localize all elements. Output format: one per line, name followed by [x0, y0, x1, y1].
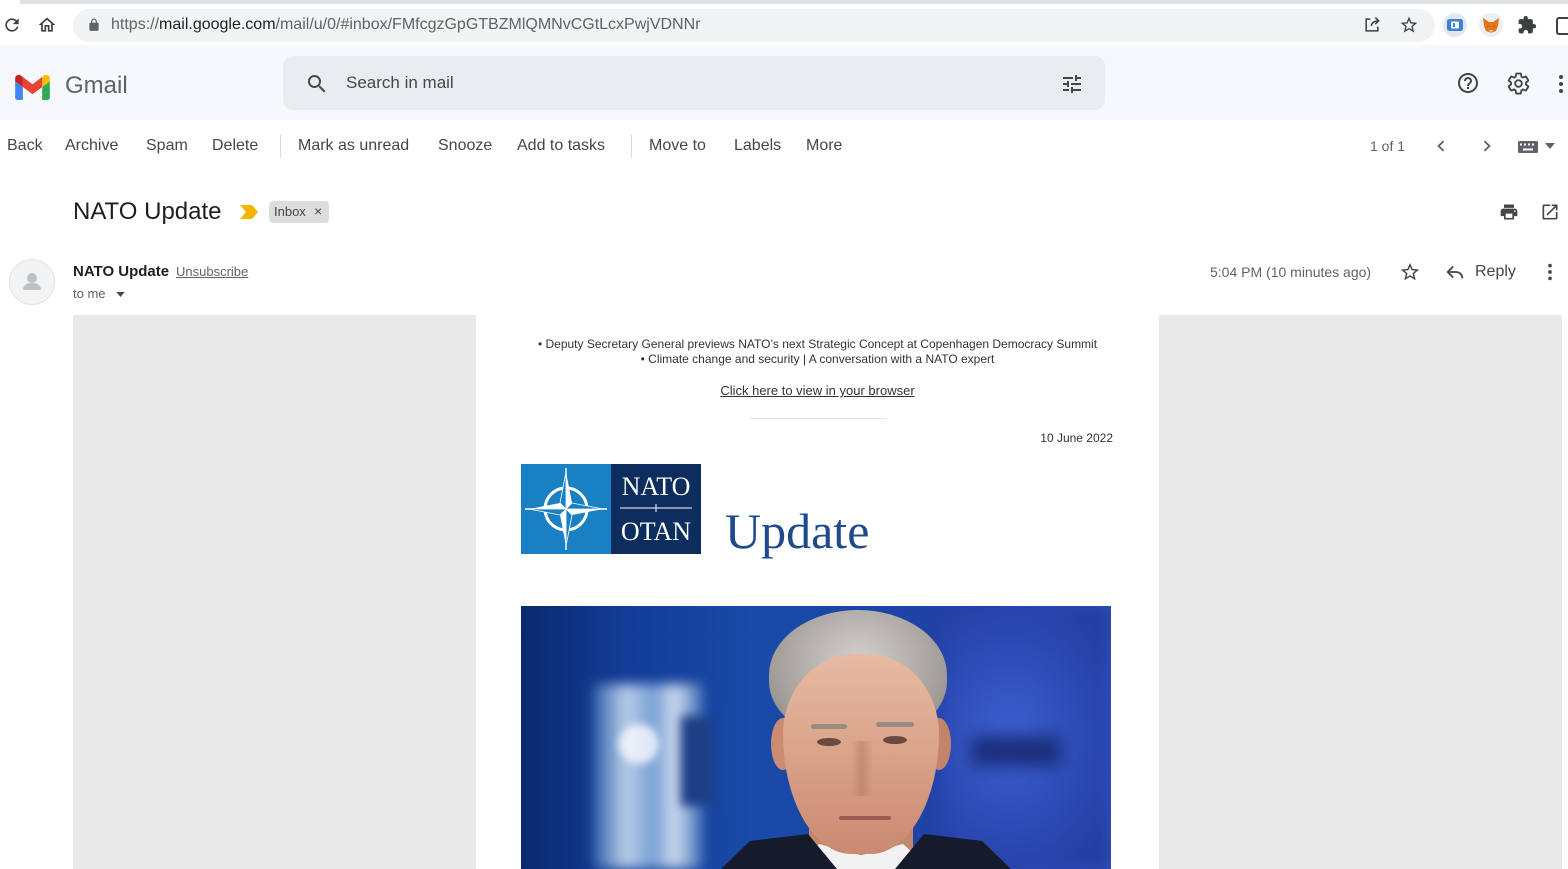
dropdown-icon[interactable] — [1545, 143, 1555, 149]
email-subject: NATO Update — [73, 198, 222, 225]
photo-blurred-emblem — [619, 724, 659, 764]
chevron-left-icon[interactable] — [1430, 135, 1452, 157]
email-right-panel — [1159, 315, 1562, 869]
toolbar-divider — [631, 134, 632, 158]
photo-eye-right — [883, 736, 907, 744]
keyboard-icon[interactable] — [1517, 140, 1539, 154]
bookmark-star-icon[interactable] — [1399, 15, 1419, 35]
share-icon[interactable] — [1362, 15, 1382, 35]
avatar-person-icon — [23, 273, 41, 290]
remove-label-button[interactable]: × — [314, 203, 322, 220]
home-icon[interactable] — [37, 15, 57, 35]
photo-eye-left — [817, 738, 841, 746]
apps-icon[interactable] — [1557, 74, 1565, 94]
unsubscribe-link[interactable]: Unsubscribe — [176, 264, 248, 280]
spam-button[interactable]: Spam — [146, 136, 188, 156]
snooze-button[interactable]: Snooze — [438, 136, 492, 156]
gmail-logo-icon[interactable] — [15, 72, 50, 100]
view-in-browser-row: Click here to view in your browser — [476, 383, 1159, 399]
lock-icon[interactable] — [87, 18, 101, 32]
avatar[interactable] — [9, 259, 55, 305]
message-timestamp: 5:04 PM (10 minutes ago) — [1210, 264, 1372, 280]
email-headline-bullet: • Climate change and security | A conver… — [640, 352, 995, 366]
inbox-label-chip[interactable]: Inbox × — [269, 201, 329, 223]
reply-button[interactable]: Reply — [1475, 262, 1516, 282]
importance-marker-icon[interactable] — [240, 205, 258, 219]
labels-button[interactable]: Labels — [734, 136, 781, 156]
more-vert-icon[interactable] — [1539, 261, 1561, 283]
pagination-count: 1 of 1 — [1370, 138, 1406, 154]
view-in-browser-link[interactable]: Click here to view in your browser — [720, 383, 914, 398]
puzzle-extensions-icon[interactable] — [1517, 15, 1537, 35]
help-icon[interactable] — [1456, 71, 1480, 95]
add-to-tasks-button[interactable]: Add to tasks — [517, 136, 605, 156]
gmail-wordmark[interactable]: Gmail — [65, 72, 128, 100]
email-left-panel — [73, 315, 476, 869]
address-bar-url[interactable]: https://mail.google.com/mail/u/0/#inbox/… — [111, 14, 701, 36]
email-divider — [750, 418, 886, 419]
email-headline-bullet: • Deputy Secretary General previews NATO… — [537, 337, 1098, 351]
label-chip-text: Inbox — [274, 204, 306, 219]
move-to-button[interactable]: Move to — [649, 136, 706, 156]
logo-text-nato: NATO — [622, 472, 691, 501]
star-icon[interactable] — [1399, 261, 1421, 283]
chevron-right-icon[interactable] — [1476, 135, 1498, 157]
open-in-new-window-icon[interactable] — [1540, 202, 1560, 222]
reply-icon[interactable] — [1444, 261, 1466, 283]
search-options-icon[interactable] — [1060, 72, 1084, 96]
side-panel-icon[interactable] — [1556, 16, 1568, 36]
settings-icon[interactable] — [1506, 71, 1531, 96]
nato-logo[interactable]: NATO OTAN — [521, 464, 701, 554]
more-button[interactable]: More — [806, 136, 842, 156]
print-icon[interactable] — [1499, 202, 1519, 222]
search-input[interactable] — [346, 66, 1046, 100]
reload-icon[interactable] — [2, 15, 22, 35]
photo-brow-right — [876, 722, 914, 727]
metamask-fox-icon[interactable] — [1479, 13, 1503, 37]
browser-top-strip — [20, 0, 1568, 4]
newsletter-date: 10 June 2022 — [1040, 431, 1113, 445]
chevron-down-icon[interactable] — [116, 292, 125, 297]
url-path: /mail/u/0/#inbox/FMfcgzGpGTBZMlQMNvCGtLc… — [275, 16, 701, 33]
recipient-text[interactable]: to me — [73, 286, 106, 302]
photo-background-shadow — [971, 736, 1061, 766]
url-domain: mail.google.com — [159, 16, 276, 33]
mark-unread-button[interactable]: Mark as unread — [298, 136, 409, 156]
archive-button[interactable]: Archive — [65, 136, 118, 156]
search-bar[interactable] — [283, 56, 1105, 110]
newsletter-title: Update — [725, 503, 870, 559]
deputy-secretary-general-photo[interactable] — [521, 606, 1111, 869]
search-icon[interactable] — [305, 72, 329, 96]
delete-button[interactable]: Delete — [212, 136, 258, 156]
photo-brow-left — [811, 724, 847, 729]
sender-name[interactable]: NATO Update — [73, 263, 169, 281]
photo-blurred-panel — [681, 716, 713, 806]
back-button[interactable]: Back — [7, 136, 43, 156]
photo-nose — [851, 741, 873, 796]
extension-icon[interactable] — [1443, 13, 1467, 37]
url-scheme: https:// — [111, 16, 160, 33]
logo-text-otan: OTAN — [621, 517, 691, 546]
photo-mouth — [839, 816, 891, 820]
toolbar-divider — [280, 134, 281, 158]
